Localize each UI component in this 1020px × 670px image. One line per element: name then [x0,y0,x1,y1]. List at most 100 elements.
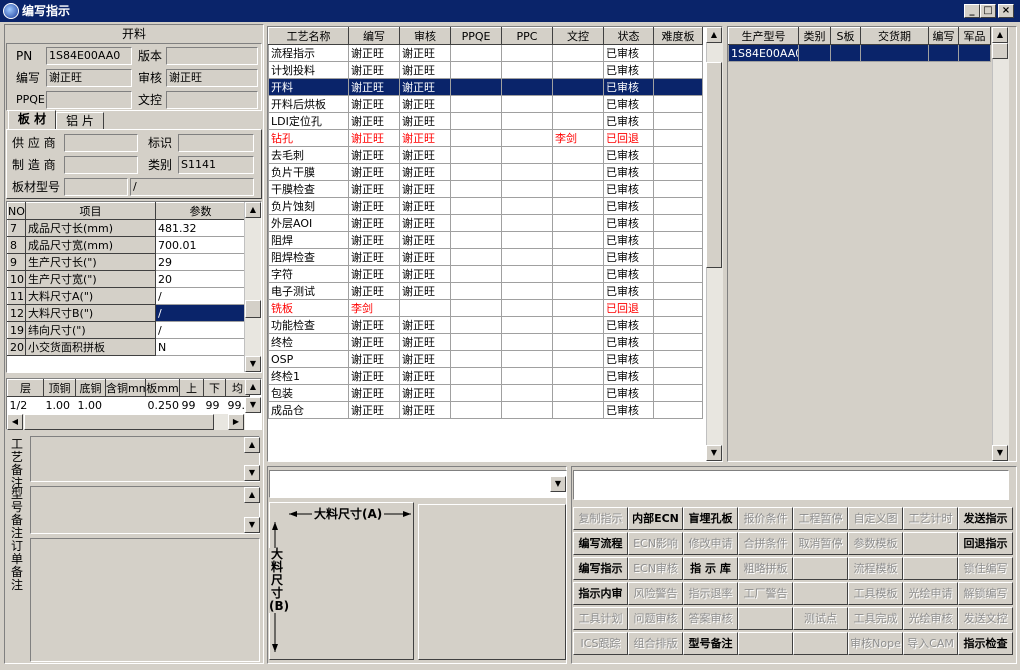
action-button-1-1[interactable]: ECN影响 [628,532,683,555]
process-header[interactable]: 工艺名称 [268,27,349,45]
action-button-2-1[interactable]: ECN审核 [628,557,683,580]
tab-board[interactable]: 板 材 [8,110,56,130]
minimize-button[interactable]: _ [964,4,980,18]
action-button-3-1[interactable]: 风险警告 [628,582,683,605]
action-button-1-4[interactable]: 取消暂停 [793,532,848,555]
doccontrol-field[interactable] [166,91,258,109]
orders-scroll-down[interactable]: ▼ [992,445,1008,461]
action-button-3-2[interactable]: 指示退率 [683,582,738,605]
app-icon[interactable] [3,3,19,19]
param-value[interactable]: 700.01 [155,236,246,254]
layer-header[interactable]: 底铜 [75,379,106,397]
process-select[interactable] [269,470,567,498]
action-button-4-6[interactable]: 光绘审核 [903,607,958,630]
process-header[interactable]: 状态 [603,27,654,45]
param-scrollbar[interactable] [244,202,261,372]
orders-header[interactable]: 军品 [958,27,991,45]
process-row[interactable]: 干膜检查 谢正旺 谢正旺 已审核 [268,180,703,198]
process-row[interactable]: 开料后烘板 谢正旺 谢正旺 已审核 [268,95,703,113]
model-note-scroll-up[interactable]: ▲ [244,487,260,503]
process-scroll-up[interactable]: ▲ [706,27,722,43]
status-message-field[interactable] [573,470,1009,500]
process-row[interactable]: 包装 谢正旺 谢正旺 已审核 [268,384,703,402]
action-button-2-4[interactable] [793,557,848,580]
orders-scrollbar[interactable] [992,27,1009,461]
orders-scroll-thumb[interactable] [992,43,1008,59]
param-header-no[interactable]: NO [7,202,26,220]
process-scroll-thumb[interactable] [706,62,722,268]
param-value[interactable]: 20 [155,270,246,288]
process-note-scroll-up[interactable]: ▲ [244,437,260,453]
action-button-5-6[interactable]: 导入CAM [903,632,958,655]
layer-header[interactable]: 下 [203,379,226,397]
action-button-5-1[interactable]: 组合排版 [628,632,683,655]
param-row[interactable]: 20 小交货面积拼板 N [7,338,246,356]
action-button-2-6[interactable] [903,557,958,580]
process-row[interactable]: 开料 谢正旺 谢正旺 已审核 [268,78,703,96]
orders-scroll-up[interactable]: ▲ [992,27,1008,43]
orders-header[interactable]: 交货期 [860,27,929,45]
action-button-1-6[interactable] [903,532,958,555]
action-button-2-0[interactable]: 编写指示 [573,557,628,580]
pn-field[interactable]: 1S84E00AA0 [46,47,132,65]
layer-row[interactable]: 1/2 1.00 1.00 0.250 99 99 99. [8,397,250,414]
action-button-1-0[interactable]: 编写流程 [573,532,628,555]
action-button-0-5[interactable]: 自定义图 [848,507,903,530]
close-button[interactable]: × [998,4,1014,18]
param-scroll-thumb[interactable] [245,300,261,318]
process-note-field[interactable] [30,436,260,482]
process-row[interactable]: 成品仓 谢正旺 谢正旺 已审核 [268,401,703,419]
action-button-1-2[interactable]: 修改申请 [683,532,738,555]
param-value[interactable]: 29 [155,253,246,271]
version-field[interactable] [166,47,258,65]
order-note-field[interactable] [30,538,260,662]
action-button-2-3[interactable]: 粗略拼板 [738,557,793,580]
maximize-button[interactable]: □ [980,4,996,18]
process-header[interactable]: PPC [501,27,553,45]
param-header-item[interactable]: 项目 [25,202,156,220]
process-row[interactable]: 负片干膜 谢正旺 谢正旺 已审核 [268,163,703,181]
action-button-0-6[interactable]: 工艺计时 [903,507,958,530]
action-button-2-2[interactable]: 指 示 库 [683,557,738,580]
orders-header[interactable]: 生产型号 [728,27,799,45]
param-value[interactable]: / [155,304,246,322]
process-row[interactable]: 外层AOI 谢正旺 谢正旺 已审核 [268,214,703,232]
process-row[interactable]: 功能检查 谢正旺 谢正旺 已审核 [268,316,703,334]
layer-hscroll-thumb[interactable] [24,414,214,430]
param-row[interactable]: 10 生产尺寸宽(") 20 [7,270,246,288]
process-header[interactable]: 审核 [399,27,451,45]
action-button-5-7[interactable]: 指示检查 [958,632,1013,655]
process-row[interactable]: 终检1 谢正旺 谢正旺 已审核 [268,367,703,385]
layer-header[interactable]: 含铜mm [105,379,146,397]
orders-header[interactable]: 类别 [798,27,831,45]
param-row[interactable]: 19 纬向尺寸(") / [7,321,246,339]
action-button-3-7[interactable]: 解锁编写 [958,582,1013,605]
layer-scroll-down[interactable]: ▼ [245,397,261,413]
process-row[interactable]: 去毛刺 谢正旺 谢正旺 已审核 [268,146,703,164]
action-button-0-0[interactable]: 复制指示 [573,507,628,530]
process-row[interactable]: 计划投料 谢正旺 谢正旺 已审核 [268,61,703,79]
action-button-0-3[interactable]: 报价条件 [738,507,793,530]
param-value[interactable]: 481.32 [155,219,246,237]
action-button-5-4[interactable] [793,632,848,655]
action-button-4-2[interactable]: 答案审核 [683,607,738,630]
action-button-2-7[interactable]: 锁住编写 [958,557,1013,580]
reviewer-field[interactable]: 谢正旺 [166,69,258,87]
action-button-2-5[interactable]: 流程模板 [848,557,903,580]
action-button-0-2[interactable]: 盲埋孔板 [683,507,738,530]
param-row[interactable]: 11 大料尺寸A(") / [7,287,246,305]
action-button-0-7[interactable]: 发送指示 [958,507,1013,530]
process-row[interactable]: 电子测试 谢正旺 谢正旺 已审核 [268,282,703,300]
maker-field[interactable] [64,156,138,174]
action-button-1-7[interactable]: 回退指示 [958,532,1013,555]
layer-header[interactable]: 层 [7,379,44,397]
process-header[interactable]: PPQE [450,27,502,45]
action-button-4-5[interactable]: 工具完成 [848,607,903,630]
action-button-0-1[interactable]: 内部ECN [628,507,683,530]
action-button-5-2[interactable]: 型号备注 [683,632,738,655]
action-button-5-5[interactable]: 审核Nope [848,632,903,655]
process-row[interactable]: 负片蚀刻 谢正旺 谢正旺 已审核 [268,197,703,215]
orders-header[interactable]: 编写 [928,27,959,45]
orders-row[interactable]: 1S84E00AA0 [728,44,991,62]
param-scroll-down[interactable]: ▼ [245,356,261,372]
